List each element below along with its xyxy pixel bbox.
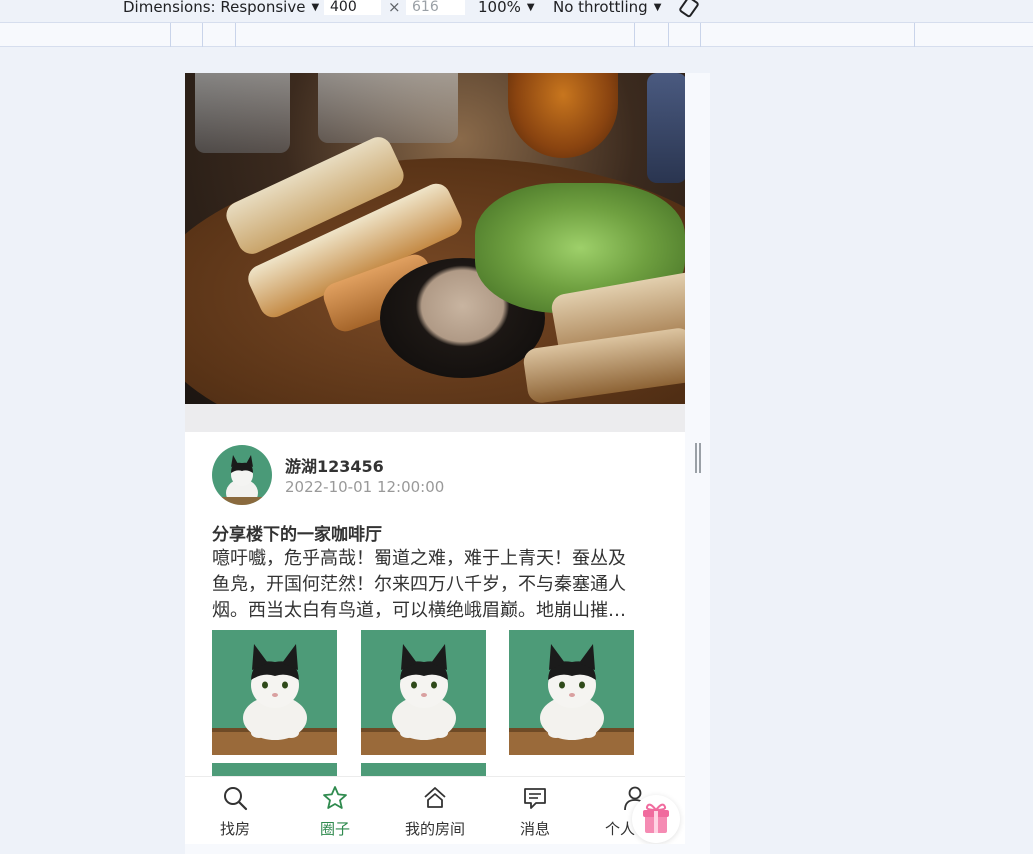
gift-icon: [643, 803, 669, 833]
caret-down-icon: ▼: [526, 2, 535, 13]
tab-label: 我的房间: [404, 820, 465, 838]
gift-floating-button[interactable]: [632, 795, 680, 843]
tab-circle[interactable]: 圈子: [285, 777, 385, 844]
bottom-tab-bar: 找房 圈子 我的房间 消息 个人中心: [185, 776, 685, 844]
throttling-label: No throttling: [553, 0, 648, 16]
banner-image: [185, 73, 685, 404]
media-query-bar[interactable]: [0, 22, 1033, 47]
times-sign: ×: [388, 0, 401, 16]
zoom-label: 100%: [478, 0, 521, 16]
tab-label: 找房: [219, 820, 250, 838]
avatar[interactable]: [212, 445, 272, 505]
zoom-dropdown[interactable]: 100% ▼: [478, 0, 535, 18]
post-body-line: 鱼凫，开国何茫然！尔来四万八千岁，不与秦塞通人: [212, 574, 626, 595]
tab-label: 消息: [519, 820, 550, 838]
caret-down-icon: ▼: [311, 2, 320, 13]
home-icon: [424, 787, 446, 808]
tab-my-room[interactable]: 我的房间: [385, 777, 485, 844]
post-image[interactable]: [361, 630, 486, 755]
resize-handle[interactable]: [695, 443, 701, 473]
devtools-toolbar: Dimensions: Responsive ▼ 400 × 616 100% ▼ …: [0, 0, 1033, 22]
throttling-dropdown[interactable]: No throttling ▼: [553, 0, 661, 18]
dimensions-dropdown[interactable]: Dimensions: Responsive ▼: [123, 0, 319, 18]
height-input[interactable]: 616: [406, 0, 465, 15]
post-title[interactable]: 分享楼下的一家咖啡厅: [212, 520, 382, 545]
post-body-line: 烟。西当太白有鸟道，可以横绝峨眉巅。地崩山摧…: [212, 600, 626, 621]
post-image[interactable]: [509, 630, 634, 755]
star-icon: [323, 786, 347, 809]
post-body[interactable]: 噫吁嚱，危乎高哉！蜀道之难，难于上青天！蚕丛及 鱼凫，开国何茫然！尔来四万八千岁…: [212, 546, 648, 624]
device-resize-bottom[interactable]: [185, 844, 710, 854]
tab-label: 圈子: [319, 820, 350, 838]
width-input[interactable]: 400: [324, 0, 381, 15]
message-icon: [524, 788, 546, 809]
rotate-icon[interactable]: [678, 0, 700, 18]
post-time: 2022-10-01 12:00:00: [285, 478, 445, 496]
search-icon: [224, 787, 248, 811]
section-divider: [185, 404, 685, 432]
user-name[interactable]: 游湖123456: [285, 453, 384, 477]
post-body-line: 噫吁嚱，危乎高哉！蜀道之难，难于上青天！蚕丛及: [212, 548, 626, 569]
post-image[interactable]: [212, 630, 337, 755]
tab-find-room[interactable]: 找房: [185, 777, 285, 844]
tab-messages[interactable]: 消息: [485, 777, 585, 844]
caret-down-icon: ▼: [653, 2, 662, 13]
device-viewport: 游湖123456 2022-10-01 12:00:00 分享楼下的一家咖啡厅 …: [185, 73, 685, 844]
dimensions-label: Dimensions: Responsive: [123, 0, 306, 16]
